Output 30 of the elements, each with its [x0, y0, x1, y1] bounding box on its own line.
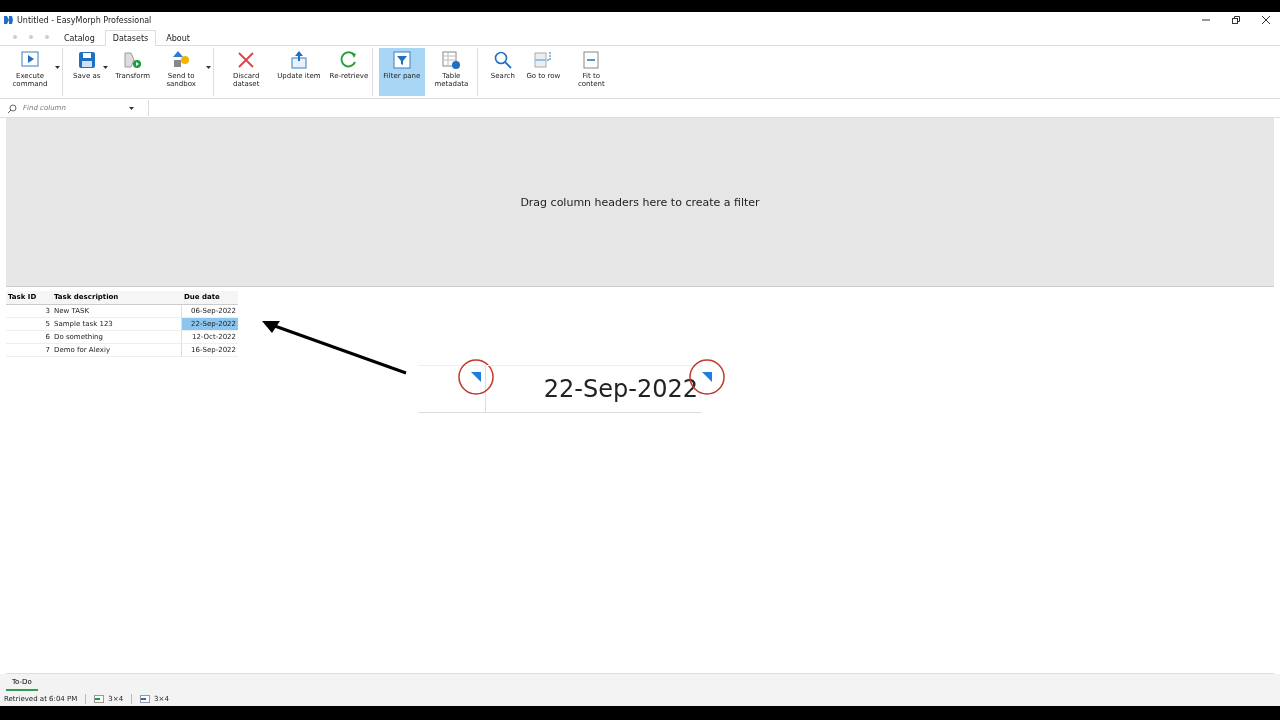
- input-table-icon: [94, 695, 105, 703]
- menu-tab[interactable]: About: [158, 30, 198, 46]
- filter-hint: Drag column headers here to create a filter: [520, 195, 760, 209]
- highlight-ring: [456, 358, 495, 396]
- search-icon: [8, 103, 17, 113]
- table-info-icon: [441, 50, 462, 70]
- transform-icon: [122, 50, 143, 70]
- callout-date: 22-Sep-2022: [543, 375, 698, 403]
- search-icon: [492, 50, 513, 70]
- save-icon: [76, 50, 97, 70]
- caret-icon[interactable]: [103, 66, 109, 69]
- close-icon[interactable]: [1262, 16, 1270, 24]
- output-table-icon: [140, 695, 151, 703]
- caret-icon[interactable]: [55, 66, 60, 69]
- close-icon: [236, 50, 257, 70]
- filter-icon: [391, 50, 412, 70]
- menu-tab[interactable]: Catalog: [56, 30, 103, 46]
- table-arrow-icon: [533, 50, 554, 70]
- play-icon: [20, 50, 40, 70]
- upload-icon: [288, 50, 309, 70]
- restore-icon[interactable]: [1232, 16, 1240, 24]
- caret-icon[interactable]: [206, 66, 212, 69]
- minimize-icon[interactable]: [1202, 16, 1210, 24]
- shapes-icon: [171, 50, 192, 70]
- refresh-icon: [338, 50, 359, 70]
- app-logo-icon: [4, 16, 13, 24]
- caret-icon[interactable]: [129, 106, 134, 110]
- menu-tab[interactable]: Datasets: [104, 30, 157, 46]
- window-title: Untitled - EasyMorph Professional: [17, 15, 152, 25]
- fit-column-icon: [581, 50, 602, 70]
